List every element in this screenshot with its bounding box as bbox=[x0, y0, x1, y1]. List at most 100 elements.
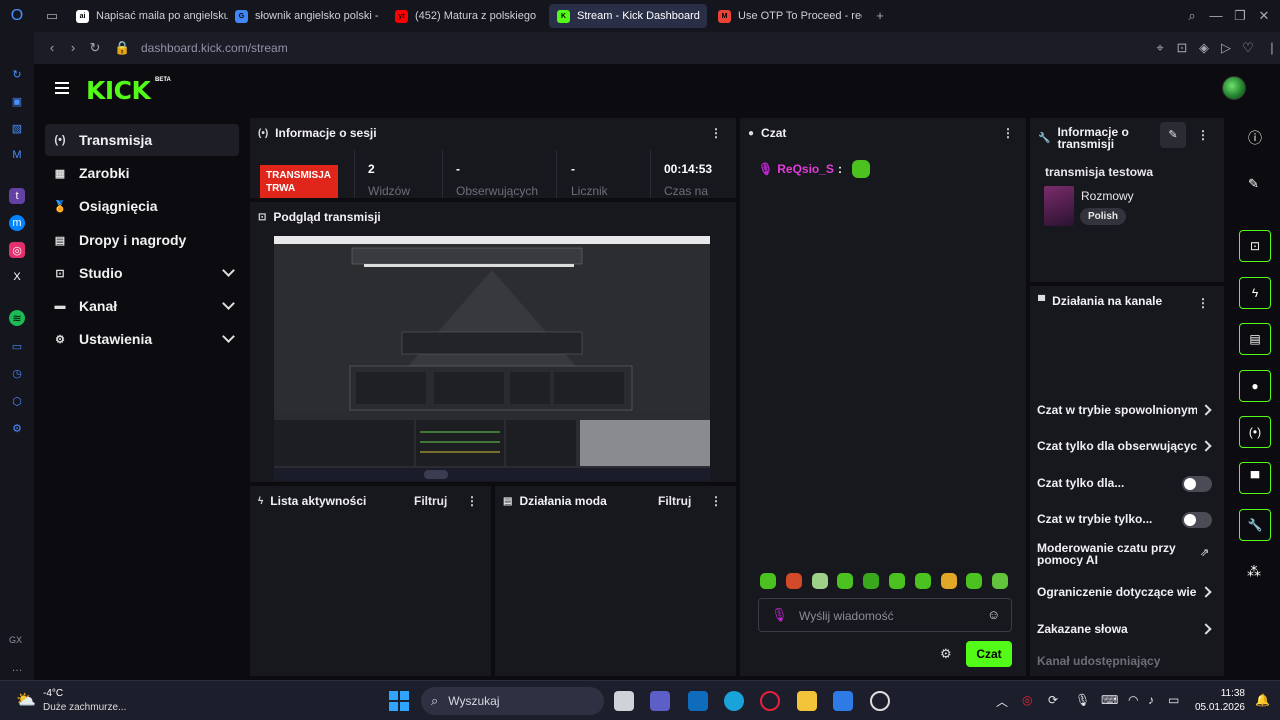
chevron-right-icon[interactable] bbox=[1200, 404, 1212, 416]
shield-icon[interactable]: ◈ bbox=[1196, 40, 1212, 56]
play-icon[interactable]: ▷ bbox=[1218, 40, 1234, 56]
rail-channel-actions-button[interactable]: ▀ bbox=[1239, 462, 1271, 494]
info-icon[interactable]: ⓘ bbox=[1248, 128, 1262, 148]
emote-icon[interactable] bbox=[889, 573, 905, 589]
battery-icon[interactable]: ▭ bbox=[1168, 693, 1179, 707]
nav-item[interactable]: ⚙ Ustawienia bbox=[45, 323, 239, 355]
search-icon[interactable]: ⌕ bbox=[1184, 8, 1200, 24]
twitch-icon[interactable]: t bbox=[9, 188, 25, 204]
weather-icon[interactable]: ⛅ bbox=[16, 690, 38, 710]
new-tab-icon[interactable]: + bbox=[872, 8, 888, 24]
opera-gx-icon[interactable] bbox=[760, 691, 780, 711]
file-explorer-icon[interactable] bbox=[797, 691, 817, 711]
emoji-icon[interactable]: ☺ bbox=[987, 607, 1000, 622]
hamburger-menu-icon[interactable] bbox=[55, 82, 69, 94]
tab-overview-icon[interactable]: ▭ bbox=[44, 8, 60, 24]
emote-icon[interactable] bbox=[914, 573, 931, 589]
chevron-right-icon[interactable] bbox=[1200, 440, 1212, 452]
back-icon[interactable]: ‹ bbox=[44, 40, 60, 56]
browser-tab[interactable]: Gsłownik angielsko polski - bbox=[227, 4, 381, 28]
external-link-icon[interactable]: ⇗ bbox=[1200, 546, 1209, 559]
pin-icon[interactable]: ⌖ bbox=[1152, 40, 1168, 56]
teams-icon[interactable] bbox=[650, 691, 670, 711]
start-icon[interactable] bbox=[389, 691, 409, 711]
snapshot-icon[interactable]: ⊡ bbox=[1174, 40, 1190, 56]
outlook-icon[interactable] bbox=[688, 691, 708, 711]
browser-tab[interactable]: K Stream - Kick Dashboard bbox=[549, 4, 707, 28]
clock-icon[interactable]: ◷ bbox=[9, 365, 25, 381]
emote-icon[interactable] bbox=[760, 573, 776, 589]
tray-mic-icon[interactable]: 🎙 bbox=[1075, 693, 1090, 707]
emote-icon[interactable] bbox=[785, 573, 802, 589]
close-icon[interactable]: ✕ bbox=[1256, 8, 1272, 24]
nav-item[interactable]: ⊡ Studio bbox=[45, 257, 239, 289]
chat-username[interactable]: ReQsio_S bbox=[777, 162, 834, 176]
kick-logo[interactable]: KICK bbox=[86, 76, 151, 105]
shopping-icon[interactable]: ▣ bbox=[9, 93, 25, 109]
emote-icon[interactable] bbox=[837, 573, 854, 589]
session-menu-icon[interactable]: ⋮ bbox=[710, 126, 722, 140]
channel-action-item[interactable]: Czat w trybie tylko... bbox=[1037, 512, 1197, 526]
emote-icon[interactable] bbox=[863, 573, 880, 589]
chevron-down-icon[interactable] bbox=[222, 264, 235, 277]
emote-icon[interactable] bbox=[966, 573, 983, 589]
messenger-icon[interactable]: m bbox=[9, 215, 25, 231]
wallet-icon[interactable]: ▭ bbox=[9, 338, 25, 354]
chat-input[interactable]: 🎙 Wyślij wiadomość ☺ bbox=[758, 598, 1012, 632]
emote-icon[interactable] bbox=[940, 573, 957, 589]
tray-sync-icon[interactable]: ⟳ bbox=[1048, 693, 1058, 707]
rail-stream-info-button[interactable]: 🔧 bbox=[1239, 509, 1271, 541]
chat-menu-icon[interactable]: ⋮ bbox=[1002, 126, 1014, 140]
channel-action-item[interactable]: Moderowanie czatu przy pomocy AI bbox=[1037, 542, 1187, 566]
instagram-icon[interactable]: ◎ bbox=[9, 242, 25, 258]
edit-icon[interactable]: ✎ bbox=[1160, 122, 1186, 148]
edge-icon[interactable] bbox=[724, 691, 744, 711]
chevron-down-icon[interactable] bbox=[222, 330, 235, 343]
pencil-icon[interactable]: ✎ bbox=[1248, 176, 1259, 192]
tray-opera-icon[interactable]: ◎ bbox=[1022, 693, 1032, 707]
clock-date[interactable]: 05.01.2026 bbox=[1193, 702, 1245, 713]
rail-preview-button[interactable]: ⊡ bbox=[1239, 230, 1271, 262]
tray-keyboard-icon[interactable]: ⌨ bbox=[1101, 693, 1118, 707]
channel-action-item[interactable]: Czat tylko dla obserwujących bbox=[1037, 439, 1197, 453]
store-icon[interactable] bbox=[833, 691, 853, 711]
nav-item[interactable]: ▦ Zarobki bbox=[45, 157, 239, 189]
taskbar-search[interactable]: ⌕ Wyszukaj bbox=[421, 687, 604, 715]
opera-logo-icon[interactable]: O bbox=[9, 7, 25, 24]
minimize-icon[interactable]: — bbox=[1208, 8, 1224, 24]
nav-item[interactable]: ▬ Kanał bbox=[45, 290, 239, 322]
volume-icon[interactable]: ♪ bbox=[1148, 693, 1154, 707]
channel-action-item[interactable]: Ograniczenie dotyczące wie bbox=[1037, 585, 1197, 599]
nav-item[interactable]: (•) Transmisja bbox=[45, 124, 239, 156]
mod-filter-button[interactable]: Filtruj bbox=[658, 494, 691, 508]
browser-tab[interactable]: yt (452) Matura z polskiego bbox=[387, 4, 547, 28]
history-icon[interactable]: ↻ bbox=[9, 66, 25, 82]
forward-icon[interactable]: › bbox=[65, 40, 81, 56]
rail-mod-button[interactable]: ▤ bbox=[1239, 323, 1271, 355]
channel-action-item[interactable]: Czat w trybie spowolnionym bbox=[1037, 403, 1197, 417]
spotify-icon[interactable]: ≋ bbox=[9, 310, 25, 326]
menu-icon[interactable]: | bbox=[1264, 40, 1280, 56]
tray-chevron-icon[interactable]: ︿ bbox=[996, 693, 1008, 710]
browser-tab[interactable]: M Use OTP To Proceed - req bbox=[710, 4, 862, 28]
chevron-right-icon[interactable] bbox=[1200, 623, 1212, 635]
notifications-icon[interactable]: 🔔 bbox=[1255, 693, 1270, 707]
user-avatar[interactable] bbox=[1222, 76, 1246, 100]
url-field[interactable]: dashboard.kick.com/stream bbox=[141, 41, 288, 55]
reload-icon[interactable]: ↻ bbox=[87, 40, 103, 56]
toggle-switch[interactable] bbox=[1182, 512, 1212, 528]
rail-activity-button[interactable]: ϟ bbox=[1239, 277, 1271, 309]
mail-icon[interactable]: M bbox=[9, 147, 25, 163]
add-widget-icon[interactable]: ⁂ bbox=[1247, 563, 1261, 580]
activity-menu-icon[interactable]: ⋮ bbox=[466, 494, 478, 508]
extensions-icon[interactable]: ⬡ bbox=[9, 393, 25, 409]
toggle-switch[interactable] bbox=[1182, 476, 1212, 492]
stream-preview-video[interactable] bbox=[274, 236, 710, 481]
news-icon[interactable]: ▧ bbox=[9, 120, 25, 136]
wifi-icon[interactable]: ◠ bbox=[1128, 693, 1138, 707]
settings-icon[interactable]: ⚙ bbox=[9, 420, 25, 436]
nav-item[interactable]: ▤ Dropy i nagrody bbox=[45, 224, 239, 256]
browser-tab[interactable]: ai Napisać maila po angielsku bbox=[68, 4, 228, 28]
chat-settings-icon[interactable]: ⚙ bbox=[940, 646, 952, 662]
nav-item[interactable]: 🏅 Osiągnięcia bbox=[45, 190, 239, 222]
